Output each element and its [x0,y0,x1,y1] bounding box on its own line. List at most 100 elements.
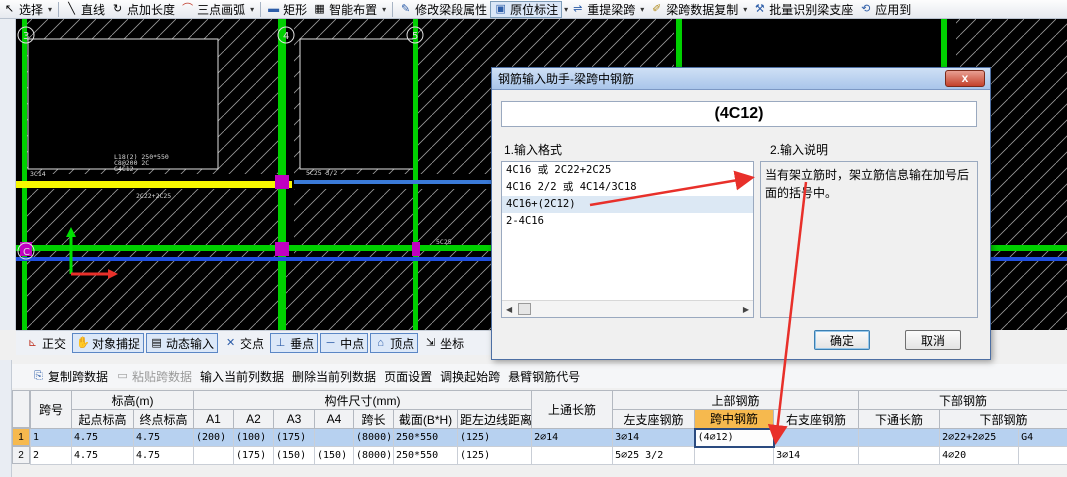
scroll-left-icon[interactable]: ◀ [506,305,512,314]
cell-section[interactable]: 250*550 [393,446,458,465]
cell-a4[interactable] [314,428,354,447]
separator [58,1,60,17]
cell-a3[interactable]: (150) [273,446,315,465]
cell-section[interactable]: 250*550 [393,428,458,447]
smart-layout-tool[interactable]: ▦ 智能布置 ▾ [310,1,389,18]
horizontal-scrollbar[interactable]: ◀ ▶ [502,300,753,317]
chevron-down-icon[interactable]: ▾ [250,5,254,14]
dynamic-input-toggle[interactable]: ▤ 动态输入 [146,333,219,353]
rectangle-tool[interactable]: ▬ 矩形 [264,1,310,18]
chevron-down-icon[interactable]: ▾ [48,5,52,14]
format-option[interactable]: 4C16 2/2 或 4C14/3C18 [502,179,753,196]
midpoint-toggle[interactable]: ─ 中点 [320,333,369,353]
cell-edge-distance[interactable]: (125) [456,446,533,465]
ok-button[interactable]: 确定 [814,330,870,350]
batch-support-tool[interactable]: ⚒ 批量识别梁支座 [750,1,856,18]
cancel-button[interactable]: 取消 [905,330,961,350]
cell-top-through[interactable]: 2⌀14 [531,428,614,447]
cell-bottom-through[interactable] [858,428,941,447]
cell-a3[interactable]: (175) [273,428,315,447]
selected-beam[interactable] [16,181,292,188]
cell-a4[interactable]: (150) [314,446,354,465]
cell-span-length[interactable]: (8000) [353,446,394,465]
point-length-tool[interactable]: ↻ 点加长度 [108,1,178,18]
axis-label: C [23,247,30,258]
cell-span-length[interactable]: (8000) [353,428,394,447]
paste-span-data-button[interactable]: ▭ 粘贴跨数据 [116,368,192,385]
ortho-toggle[interactable]: ⊾ 正交 [22,333,70,353]
cell-top-through[interactable] [531,446,614,465]
cell-extra[interactable] [1018,446,1067,465]
column [275,175,289,189]
cell-bottom-main[interactable]: 4⌀20 [939,446,1020,465]
cell-left-support[interactable]: 5⌀25 3/2 [612,446,696,465]
swap-start-span-button[interactable]: 调换起始跨 [440,368,500,385]
page-setup-button[interactable]: 页面设置 [384,368,432,385]
cell-extra[interactable]: G4 [1018,428,1067,447]
cell-start-elev[interactable]: 4.75 [71,428,134,447]
chevron-down-icon[interactable]: ▾ [743,5,747,14]
axis-label: 3 [23,31,29,42]
coordinate-icon: ⇲ [426,336,436,349]
dialog-title: 钢筋输入助手-梁跨中钢筋 [492,68,990,90]
cell-right-support[interactable]: 3⌀14 [773,446,860,465]
cell-start-elev[interactable]: 4.75 [71,446,134,465]
cell-left-support[interactable]: 3⌀14 [612,428,696,447]
arc-tool[interactable]: ⌒ 三点画弧 ▾ [178,1,257,18]
coordinate-toggle[interactable]: ⇲ 坐标 [420,333,468,353]
separator [260,1,262,17]
copy-span-data-button[interactable]: ⎘ 复制跨数据 [32,368,108,385]
format-list[interactable]: 4C16 或 2C22+2C25 4C16 2/2 或 4C14/3C18 4C… [501,161,754,318]
cell-edge-distance[interactable]: (125) [456,428,533,447]
cell-a1[interactable] [193,446,234,465]
cell-mid-span[interactable] [694,446,775,465]
intersection-toggle[interactable]: ✕ 交点 [220,333,268,353]
cantilever-code-button[interactable]: 悬臂钢筋代号 [508,368,580,385]
chevron-down-icon[interactable]: ▾ [640,5,644,14]
cell-right-support[interactable] [773,428,860,447]
cell-a2[interactable]: (175) [233,446,274,465]
cell-span[interactable]: 2 [30,446,72,465]
delete-current-column-button[interactable]: 删除当前列数据 [292,368,376,385]
re-span-tool[interactable]: ⇌ 重提梁跨 ▾ [568,1,647,18]
input-current-column-button[interactable]: 输入当前列数据 [200,368,284,385]
table-row[interactable]: 1 4.75 4.75 (200) (100) (175) (8000) 250… [30,427,1067,448]
group-header-top-rebar: 上部钢筋 [612,390,860,410]
apply-tool[interactable]: ⟲ 应用到 [856,1,914,18]
chevron-down-icon[interactable]: ▾ [382,5,386,14]
scroll-right-icon[interactable]: ▶ [743,305,749,314]
cell-mid-span[interactable]: (4⌀12) [693,427,775,448]
col-header-a1: A1 [193,409,234,429]
object-snap-toggle[interactable]: ✋ 对象捕捉 [72,333,145,353]
col-header-a2: A2 [233,409,274,429]
in-place-mark-tool[interactable]: ▣ 原位标注 [490,0,563,18]
col-header-a3: A3 [273,409,315,429]
edit-beam-tool[interactable]: ✎ 修改梁段属性 [396,1,490,18]
copy-span-tool[interactable]: ✐ 梁跨数据复制 ▾ [647,1,750,18]
cell-a1[interactable]: (200) [193,428,234,447]
cell-end-elev[interactable]: 4.75 [133,428,194,447]
perpendicular-toggle[interactable]: ⊥ 垂点 [270,333,319,353]
row-number-1[interactable]: 1 [12,428,30,446]
format-option[interactable]: 4C16 或 2C22+2C25 [502,162,753,179]
format-option[interactable]: 2-4C16 [502,213,753,230]
perpendicular-icon: ⊥ [275,336,286,349]
line-tool[interactable]: ╲ 直线 [62,1,108,18]
close-button[interactable]: x [945,70,985,87]
table-row[interactable]: 2 4.75 4.75 (175) (150) (150) (8000) 250… [30,446,1067,465]
row-number-2[interactable]: 2 [12,446,30,464]
select-tool[interactable]: ↖ 选择 ▾ [0,1,55,18]
vertex-toggle[interactable]: ⌂ 顶点 [370,333,419,353]
table-actions-toolbar: ⎘ 复制跨数据 ▭ 粘贴跨数据 输入当前列数据 删除当前列数据 页面设置 调换起始跨… [12,364,1067,388]
cell-a2[interactable]: (100) [233,428,274,447]
beam-annotation: 2C22+2C25 [136,192,171,200]
re-span-icon: ⇌ [573,2,583,15]
cell-bottom-through[interactable] [858,446,941,465]
cell-end-elev[interactable]: 4.75 [133,446,194,465]
cell-bottom-main[interactable]: 2⌀22+2⌀25 [939,428,1020,447]
format-option-selected[interactable]: 4C16+(2C12) [502,196,753,213]
cell-span[interactable]: 1 [30,428,72,447]
col-header-span-length: 跨长 [353,409,394,429]
scroll-thumb[interactable] [518,303,531,315]
batch-support-icon: ⚒ [754,2,765,15]
